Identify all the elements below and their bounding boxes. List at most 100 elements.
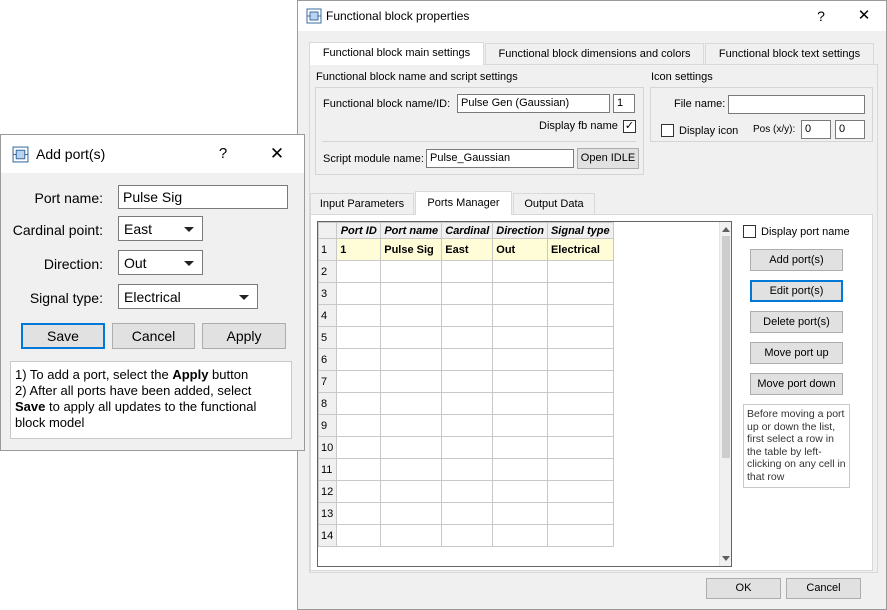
file-name-input[interactable] xyxy=(728,95,865,114)
table-cell[interactable] xyxy=(546,502,614,525)
add-port-close-icon[interactable]: ✕ xyxy=(259,135,295,173)
table-row[interactable]: 3 xyxy=(318,282,614,305)
apply-button[interactable]: Apply xyxy=(202,323,286,349)
table-cell[interactable] xyxy=(492,326,548,349)
add-port-button[interactable]: Add port(s) xyxy=(750,249,843,271)
col-header-port-name[interactable]: Port name xyxy=(380,222,443,239)
move-port-up-button[interactable]: Move port up xyxy=(750,342,843,364)
scroll-thumb[interactable] xyxy=(722,236,730,458)
table-row[interactable]: 9 xyxy=(318,414,614,437)
table-cell[interactable] xyxy=(492,502,548,525)
table-cell[interactable] xyxy=(492,260,548,283)
table-row[interactable]: 1 1 Pulse Sig East Out Electrical xyxy=(318,238,614,261)
table-cell[interactable] xyxy=(492,458,548,481)
table-cell[interactable] xyxy=(441,392,494,415)
table-cell[interactable] xyxy=(546,304,614,327)
table-cell[interactable] xyxy=(336,436,382,459)
table-cell[interactable] xyxy=(380,502,443,525)
add-port-titlebar[interactable]: Add port(s) ? ✕ xyxy=(1,135,304,173)
edit-port-button[interactable]: Edit port(s) xyxy=(750,280,843,302)
table-cell[interactable] xyxy=(336,348,382,371)
cell-port-id[interactable]: 1 xyxy=(336,238,382,261)
row-header[interactable]: 10 xyxy=(318,436,338,459)
table-cell[interactable] xyxy=(380,392,443,415)
table-cell[interactable] xyxy=(492,282,548,305)
tab-text-settings[interactable]: Functional block text settings xyxy=(705,43,874,64)
table-cell[interactable] xyxy=(336,370,382,393)
display-port-name-checkbox[interactable] xyxy=(743,225,756,238)
cell-cardinal[interactable]: East xyxy=(441,238,494,261)
move-port-down-button[interactable]: Move port down xyxy=(750,373,843,395)
row-header[interactable]: 2 xyxy=(318,260,338,283)
table-cell[interactable] xyxy=(336,524,382,547)
table-cell[interactable] xyxy=(492,392,548,415)
script-module-input[interactable]: Pulse_Gaussian xyxy=(426,149,574,168)
table-row[interactable]: 4 xyxy=(318,304,614,327)
table-cell[interactable] xyxy=(546,370,614,393)
col-header-direction[interactable]: Direction xyxy=(492,222,548,239)
scroll-up-arrow-icon[interactable] xyxy=(722,226,730,232)
table-cell[interactable] xyxy=(546,436,614,459)
row-header[interactable]: 11 xyxy=(318,458,338,481)
col-header-port-id[interactable]: Port ID xyxy=(336,222,382,239)
table-cell[interactable] xyxy=(380,458,443,481)
subtab-ports-manager[interactable]: Ports Manager xyxy=(415,191,512,215)
table-cell[interactable] xyxy=(492,370,548,393)
table-row[interactable]: 6 xyxy=(318,348,614,371)
table-cell[interactable] xyxy=(441,304,494,327)
table-cell[interactable] xyxy=(336,502,382,525)
table-cell[interactable] xyxy=(546,414,614,437)
table-cell[interactable] xyxy=(441,282,494,305)
table-cell[interactable] xyxy=(546,326,614,349)
row-header[interactable]: 1 xyxy=(318,238,338,261)
display-icon-checkbox[interactable] xyxy=(661,124,674,137)
row-header[interactable]: 7 xyxy=(318,370,338,393)
table-row[interactable]: 7 xyxy=(318,370,614,393)
row-header[interactable]: 9 xyxy=(318,414,338,437)
table-cell[interactable] xyxy=(441,524,494,547)
table-cell[interactable] xyxy=(380,480,443,503)
tab-dimensions-colors[interactable]: Functional block dimensions and colors xyxy=(485,43,704,64)
table-cell[interactable] xyxy=(441,370,494,393)
table-cell[interactable] xyxy=(380,282,443,305)
row-header[interactable]: 5 xyxy=(318,326,338,349)
table-row[interactable]: 8 xyxy=(318,392,614,415)
cardinal-point-select[interactable]: East xyxy=(118,216,203,241)
table-row[interactable]: 11 xyxy=(318,458,614,481)
open-idle-button[interactable]: Open IDLE xyxy=(577,148,639,169)
table-row[interactable]: 2 xyxy=(318,260,614,283)
table-cell[interactable] xyxy=(546,480,614,503)
table-cell[interactable] xyxy=(441,502,494,525)
table-cell[interactable] xyxy=(336,480,382,503)
fb-name-input[interactable]: Pulse Gen (Gaussian) xyxy=(457,94,610,113)
row-header[interactable]: 8 xyxy=(318,392,338,415)
direction-select[interactable]: Out xyxy=(118,250,203,275)
row-header[interactable]: 3 xyxy=(318,282,338,305)
table-cell[interactable] xyxy=(441,414,494,437)
table-cell[interactable] xyxy=(380,260,443,283)
table-cell[interactable] xyxy=(441,480,494,503)
row-header[interactable]: 4 xyxy=(318,304,338,327)
scroll-down-arrow-icon[interactable] xyxy=(722,556,730,562)
table-cell[interactable] xyxy=(336,260,382,283)
cell-direction[interactable]: Out xyxy=(492,238,548,261)
table-row[interactable]: 13 xyxy=(318,502,614,525)
table-cell[interactable] xyxy=(546,348,614,371)
table-cell[interactable] xyxy=(380,304,443,327)
cancel-button[interactable]: Cancel xyxy=(112,323,195,349)
pos-x-input[interactable]: 0 xyxy=(801,120,831,139)
cell-port-name[interactable]: Pulse Sig xyxy=(380,238,443,261)
fbp-help-icon[interactable]: ? xyxy=(803,1,839,31)
table-row[interactable]: 5 xyxy=(318,326,614,349)
table-cell[interactable] xyxy=(441,436,494,459)
table-cell[interactable] xyxy=(380,524,443,547)
table-cell[interactable] xyxy=(380,414,443,437)
row-header[interactable]: 13 xyxy=(318,502,338,525)
tab-main-settings[interactable]: Functional block main settings xyxy=(309,42,484,65)
table-cell[interactable] xyxy=(441,348,494,371)
cell-signal-type[interactable]: Electrical xyxy=(546,238,614,261)
table-cell[interactable] xyxy=(380,370,443,393)
table-cell[interactable] xyxy=(546,524,614,547)
port-name-input[interactable]: Pulse Sig xyxy=(118,185,288,209)
table-cell[interactable] xyxy=(492,414,548,437)
